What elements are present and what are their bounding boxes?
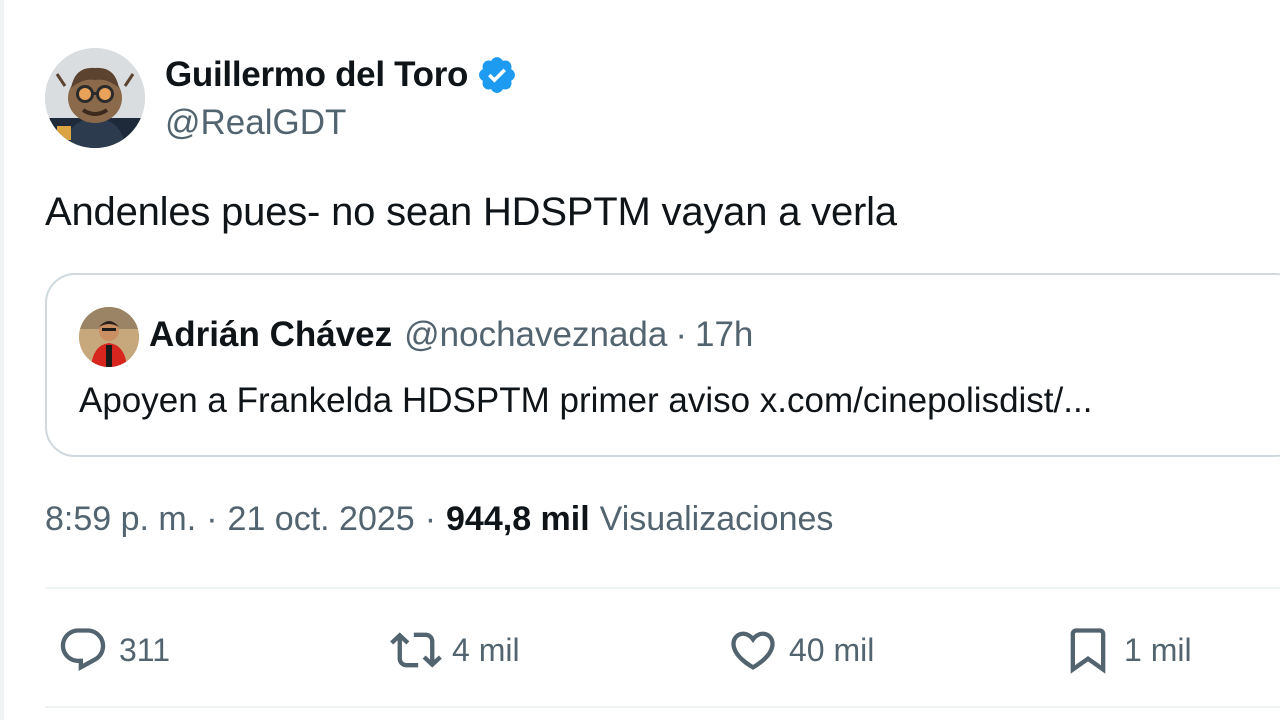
quoted-timestamp[interactable]: 17h xyxy=(695,315,753,355)
tweet-meta: 8:59 p. m. · 21 oct. 2025 · 944,8 mil Vi… xyxy=(45,500,833,539)
views-count: 944,8 mil xyxy=(446,500,590,538)
bookmark-icon xyxy=(1070,628,1106,674)
bookmark-count: 1 mil xyxy=(1124,631,1192,668)
author-handle[interactable]: @RealGDT xyxy=(165,103,346,143)
reply-icon xyxy=(60,628,106,672)
quoted-author-handle[interactable]: @nochaveznada xyxy=(404,315,667,355)
tweet-time[interactable]: 8:59 p. m. xyxy=(45,500,196,539)
quoted-tweet-text: Apoyen a Frankelda HDSPTM primer aviso x… xyxy=(79,381,1093,420)
meta-separator: · xyxy=(206,500,218,538)
author-name-row: Guillermo del Toro xyxy=(165,52,518,98)
quoted-separator: · xyxy=(675,315,687,354)
page-left-border xyxy=(0,0,4,720)
quoted-header: Adrián Chávez @nochaveznada · 17h xyxy=(149,315,753,355)
like-count: 40 mil xyxy=(789,631,875,668)
repost-icon xyxy=(390,632,442,668)
bookmark-button[interactable]: 1 mil xyxy=(1062,622,1192,678)
quoted-author-name[interactable]: Adrián Chávez xyxy=(149,315,392,355)
divider xyxy=(45,706,1280,708)
like-button[interactable]: 40 mil xyxy=(727,622,874,678)
author-name[interactable]: Guillermo del Toro xyxy=(165,55,468,95)
repost-button[interactable]: 4 mil xyxy=(390,622,520,678)
verified-badge-icon[interactable] xyxy=(476,54,518,96)
quoted-tweet-card[interactable]: Adrián Chávez @nochaveznada · 17h Apoyen… xyxy=(45,273,1280,457)
divider xyxy=(45,587,1280,589)
author-avatar[interactable] xyxy=(45,48,145,148)
reply-count: 311 xyxy=(119,631,171,668)
heart-icon xyxy=(731,631,775,670)
tweet-date[interactable]: 21 oct. 2025 xyxy=(228,500,415,539)
reply-button[interactable]: 311 xyxy=(57,622,170,678)
tweet-text: Andenles pues- no sean HDSPTM vayan a ve… xyxy=(45,190,897,234)
quoted-author-avatar[interactable] xyxy=(79,307,139,367)
meta-separator: · xyxy=(424,500,437,538)
repost-count: 4 mil xyxy=(452,631,520,668)
views-label: Visualizaciones xyxy=(599,500,834,538)
